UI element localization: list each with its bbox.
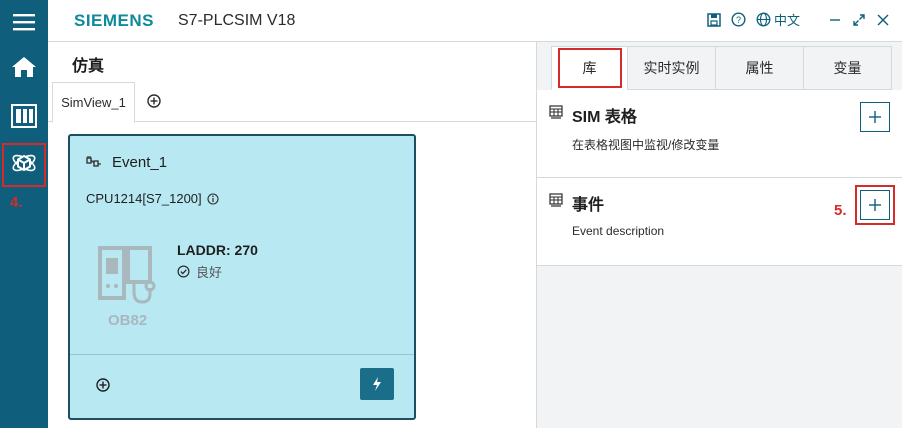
event-cpu: CPU1214[S7_1200] bbox=[86, 191, 219, 206]
right-panel: 库 实时实例 属性 变量 SIM 表格 在表格视图中监视/修改变量 事件 Eve… bbox=[536, 42, 902, 428]
library-item-title: 事件 bbox=[572, 197, 605, 214]
highlight-box bbox=[2, 143, 46, 187]
laddr-value: LADDR: 270 bbox=[177, 242, 258, 258]
simview-tab-strip: SimView_1 bbox=[48, 82, 536, 123]
lightning-icon bbox=[373, 377, 381, 391]
ok-check-icon bbox=[177, 265, 190, 278]
add-tab-icon[interactable] bbox=[144, 91, 164, 111]
simulation-title: 仿真 bbox=[72, 58, 105, 75]
tab-simview-1[interactable]: SimView_1 bbox=[52, 82, 135, 123]
card-divider bbox=[70, 354, 414, 355]
menu-icon bbox=[13, 14, 35, 31]
library-item-sim-table: SIM 表格 在表格视图中监视/修改变量 bbox=[537, 90, 902, 178]
table-icon bbox=[549, 193, 563, 207]
event-cpu-label: CPU1214[S7_1200] bbox=[86, 191, 202, 206]
home-icon bbox=[12, 57, 36, 77]
add-event-button[interactable] bbox=[855, 185, 895, 225]
event-plug-icon bbox=[86, 155, 101, 167]
library-list: SIM 表格 在表格视图中监视/修改变量 事件 Event descriptio… bbox=[537, 90, 902, 266]
plus-icon bbox=[869, 199, 881, 211]
event-title: Event_1 bbox=[112, 154, 168, 171]
library-item-description: 在表格视图中监视/修改变量 bbox=[572, 138, 720, 152]
library-item-events: 事件 Event description 5. bbox=[537, 178, 902, 266]
brand-logo: SIEMENS bbox=[74, 11, 155, 30]
highlight-box bbox=[558, 48, 622, 88]
home-button[interactable] bbox=[0, 45, 48, 89]
close-icon[interactable] bbox=[876, 13, 890, 27]
tab-variables[interactable]: 变量 bbox=[803, 46, 892, 90]
title-bar-actions: ? 中文 bbox=[707, 10, 890, 29]
tab-properties[interactable]: 属性 bbox=[715, 46, 804, 90]
menu-button[interactable] bbox=[0, 0, 48, 44]
diagnostic-module-icon bbox=[98, 246, 156, 304]
library-item-title: SIM 表格 bbox=[572, 109, 637, 126]
help-icon[interactable]: ? bbox=[731, 12, 746, 27]
language-switch[interactable]: 中文 bbox=[756, 10, 800, 29]
maximize-icon[interactable] bbox=[852, 13, 866, 27]
add-sim-table-button[interactable] bbox=[860, 102, 890, 132]
language-label: 中文 bbox=[773, 13, 800, 28]
event-status: 良好 bbox=[177, 262, 222, 281]
plus-icon bbox=[869, 111, 881, 123]
save-icon[interactable] bbox=[707, 12, 721, 27]
event-card-header: Event_1 bbox=[86, 154, 167, 171]
io-modules-button[interactable] bbox=[0, 94, 48, 138]
right-panel-tabs: 库 实时实例 属性 变量 bbox=[537, 42, 902, 90]
title-bar: SIEMENS S7-PLCSIM V18 ? 中文 bbox=[48, 0, 902, 42]
globe-icon bbox=[756, 12, 771, 27]
table-icon bbox=[549, 105, 563, 119]
event-status-label: 良好 bbox=[196, 265, 223, 280]
left-rail: 4. bbox=[0, 0, 48, 428]
io-module-icon bbox=[11, 104, 37, 128]
step-annotation-5: 5. bbox=[834, 202, 847, 219]
event-card[interactable]: Event_1 CPU1214[S7_1200] OB82 LADDR: 270… bbox=[68, 134, 416, 420]
step-annotation-4: 4. bbox=[10, 194, 23, 211]
simulation-button[interactable] bbox=[0, 141, 48, 187]
trigger-event-button[interactable] bbox=[360, 368, 394, 400]
app-title: S7-PLCSIM V18 bbox=[178, 12, 296, 29]
tab-library[interactable]: 库 bbox=[551, 46, 628, 90]
tab-live-instances[interactable]: 实时实例 bbox=[627, 46, 716, 90]
svg-text:?: ? bbox=[736, 15, 741, 25]
minimize-icon[interactable] bbox=[828, 13, 842, 27]
add-event-icon[interactable] bbox=[94, 376, 112, 394]
ob-label: OB82 bbox=[108, 312, 148, 329]
library-item-description: Event description bbox=[572, 224, 665, 238]
info-icon[interactable] bbox=[207, 192, 219, 205]
